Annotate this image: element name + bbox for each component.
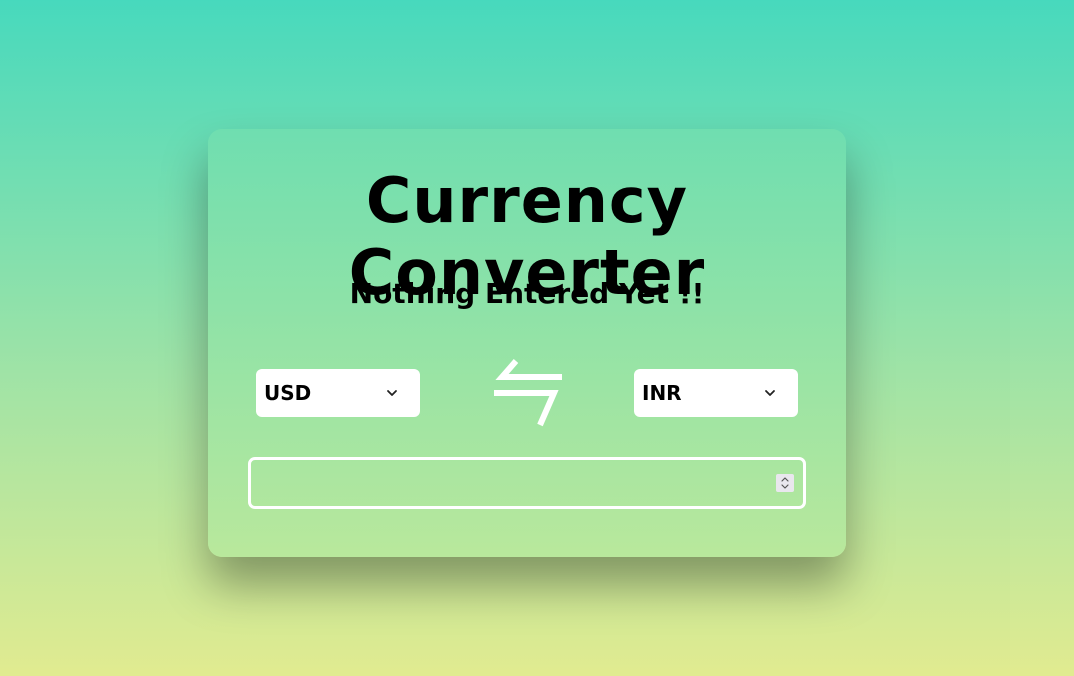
from-currency-select[interactable]: USD xyxy=(256,369,420,417)
swap-currencies-button[interactable] xyxy=(492,359,564,429)
stepper-arrows-icon xyxy=(781,477,789,489)
status-message: Nothing Entered Yet !! xyxy=(349,277,705,310)
chevron-down-icon xyxy=(384,385,400,401)
converter-card: Currency Converter Nothing Entered Yet !… xyxy=(208,129,846,557)
to-currency-value: INR xyxy=(642,381,682,405)
swap-arrows-icon xyxy=(494,359,562,427)
to-currency-select[interactable]: INR xyxy=(634,369,798,417)
amount-input[interactable] xyxy=(251,460,803,506)
amount-field xyxy=(248,457,806,509)
chevron-down-icon xyxy=(762,385,778,401)
amount-stepper[interactable] xyxy=(776,474,794,492)
from-currency-value: USD xyxy=(264,381,312,405)
